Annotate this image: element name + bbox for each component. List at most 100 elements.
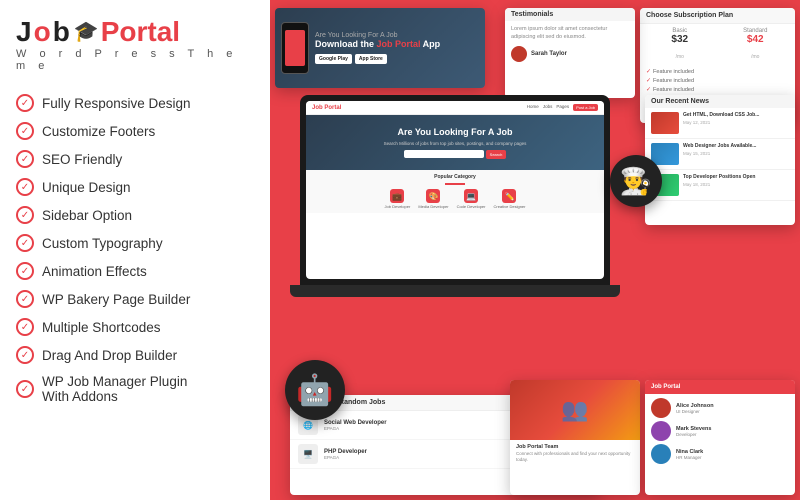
hero-title: Are You Looking For A Job — [397, 127, 512, 137]
check-icon-unique: ✓ — [16, 178, 34, 196]
left-panel: Job 🎓 Portal W o r d P r e s s T h e m e… — [0, 0, 270, 500]
person-avatar-2 — [651, 421, 671, 441]
news-title-1: Get HTML, Download CSS Job... — [683, 112, 789, 119]
feature-item-bakery: ✓ WP Bakery Page Builder — [16, 286, 254, 312]
pricing-feature-2: Feature included — [646, 76, 789, 85]
plan-price-basic: $32 — [644, 34, 716, 45]
phone-mockup-icon — [281, 22, 309, 74]
people-caption-text: Connect with professionals and find your… — [516, 451, 634, 464]
nav-btn-post[interactable]: Post a Job — [573, 104, 598, 111]
check-icon-animation: ✓ — [16, 262, 34, 280]
feature-item-sidebar: ✓ Sidebar Option — [16, 202, 254, 228]
app-text: Are You Looking For A Job Download the J… — [315, 32, 440, 65]
feature-text-shortcodes: Multiple Shortcodes — [42, 320, 161, 335]
feature-item-dragdrop: ✓ Drag And Drop Builder — [16, 342, 254, 368]
portal-person-1: Alice Johnson UI Designer — [651, 398, 789, 418]
plan-period-basic: /mo — [676, 54, 684, 60]
news-date-2: May 15, 2021 — [683, 151, 789, 156]
portal-body: Alice Johnson UI Designer Mark Stevens D… — [645, 394, 795, 468]
nav-link-jobs: Jobs — [543, 104, 553, 111]
robot-emoji: 🤖 — [296, 373, 333, 408]
laptop-body: Job Portal Home Jobs Pages Post a Job Ar… — [300, 95, 610, 285]
job-company-1: EPAGA — [324, 426, 507, 431]
chef-hat-icon: 👨‍🍳 — [610, 155, 662, 207]
feature-text-wpjob: WP Job Manager PluginWith Addons — [42, 374, 187, 404]
plan-price-standard: $42 — [720, 34, 792, 45]
app-store-btn[interactable]: App Store — [355, 54, 387, 64]
feature-item-footers: ✓ Customize Footers — [16, 118, 254, 144]
pricing-feature-1: Feature included — [646, 67, 789, 76]
laptop-screen: Job Portal Home Jobs Pages Post a Job Ar… — [306, 101, 604, 279]
hero-search-btn[interactable]: Search — [486, 150, 507, 159]
hero-search-field[interactable] — [404, 150, 484, 158]
cat-label-creative: Creative Designer — [493, 204, 525, 209]
pricing-col-basic: Basic $32 /mo — [644, 28, 716, 63]
people-caption-title: Job Portal Team — [516, 444, 634, 450]
nav-links: Home Jobs Pages Post a Job — [527, 104, 598, 111]
person-info-2: Mark Stevens Developer — [676, 426, 789, 437]
cat-title: Popular Category — [312, 174, 598, 180]
news-img-1 — [651, 112, 679, 134]
logo-hat-icon: 🎓 — [74, 22, 99, 42]
portal-person-3: Nina Clark HR Manager — [651, 444, 789, 464]
people-placeholder-icon: 👥 — [561, 397, 588, 423]
cat-icon-media: 🎨 — [426, 189, 440, 203]
app-main-tag: Download the Job Portal App — [315, 39, 440, 51]
feature-text-dragdrop: Drag And Drop Builder — [42, 348, 177, 363]
news-item-2: Web Designer Jobs Available... May 15, 2… — [645, 139, 795, 170]
nav-link-pages: Pages — [556, 104, 569, 111]
feature-text-typography: Custom Typography — [42, 236, 163, 251]
feature-text-footers: Customize Footers — [42, 124, 155, 139]
cat-item-media: 🎨 Media Developer — [418, 189, 448, 209]
feature-text-animation: Animation Effects — [42, 264, 147, 279]
check-icon-dragdrop: ✓ — [16, 346, 34, 364]
pricing-col-standard: Standard $42 /mo — [720, 28, 792, 63]
screenshot-testimonial: Testimonials Lorem ipsum dolor sit amet … — [505, 8, 635, 98]
screenshot-news: Our Recent News Get HTML, Download CSS J… — [645, 95, 795, 225]
job-info-2: PHP Developer EPAGA — [324, 449, 506, 460]
feature-text-seo: SEO Friendly — [42, 152, 122, 167]
news-text-1: Get HTML, Download CSS Job... May 12, 20… — [683, 112, 789, 134]
news-date-3: May 18, 2021 — [683, 182, 789, 187]
job-info-1: Social Web Developer EPAGA — [324, 420, 507, 431]
hero-subtitle: Search Millions of jobs from top job sit… — [384, 141, 527, 146]
person-avatar-3 — [651, 444, 671, 464]
cat-item-creative: ✏️ Creative Designer — [493, 189, 525, 209]
people-caption: Job Portal Team Connect with professiona… — [510, 440, 640, 468]
feature-text-unique: Unique Design — [42, 180, 131, 195]
job-logo-2: 🖥️ — [298, 444, 318, 464]
news-date-1: May 12, 2021 — [683, 120, 789, 125]
portal-header: Job Portal — [645, 380, 795, 394]
chef-emoji: 👨‍🍳 — [620, 166, 652, 197]
laptop-base — [290, 285, 620, 297]
check-icon-bakery: ✓ — [16, 290, 34, 308]
cat-label-code: Code Developer — [457, 204, 486, 209]
person-avatar-1 — [651, 398, 671, 418]
testimonial-text: Lorem ipsum dolor sit amet consectetur a… — [511, 25, 629, 42]
nav-link-home: Home — [527, 104, 539, 111]
feature-item-seo: ✓ SEO Friendly — [16, 146, 254, 172]
mockup-container: Are You Looking For A Job Download the J… — [270, 0, 800, 500]
robot-icon: 🤖 — [285, 360, 345, 420]
news-img-2 — [651, 143, 679, 165]
pricing-feature-3: Feature included — [646, 85, 789, 94]
google-play-btn[interactable]: Google Play — [315, 54, 352, 64]
screenshot-people: 👥 Job Portal Team Connect with professio… — [510, 380, 640, 495]
feature-text-bakery: WP Bakery Page Builder — [42, 292, 190, 307]
author-name: Sarah Taylor — [531, 51, 567, 57]
cat-item-code: 💻 Code Developer — [457, 189, 486, 209]
news-header: Our Recent News — [645, 95, 795, 108]
site-logo-small: Job Portal — [312, 105, 341, 111]
plan-period-standard: /mo — [751, 54, 759, 60]
feature-item-typography: ✓ Custom Typography — [16, 230, 254, 256]
website-nav: Job Portal Home Jobs Pages Post a Job — [306, 101, 604, 115]
feature-item-animation: ✓ Animation Effects — [16, 258, 254, 284]
news-item-1: Get HTML, Download CSS Job... May 12, 20… — [645, 108, 795, 139]
phone-screen — [285, 30, 305, 66]
cat-icons: 💼 Job Developer 🎨 Media Developer 💻 Code… — [312, 189, 598, 209]
cat-icon-job: 💼 — [390, 189, 404, 203]
portal-person-2: Mark Stevens Developer — [651, 421, 789, 441]
person-info-1: Alice Johnson UI Designer — [676, 403, 789, 414]
screenshot-portal-bottom: Job Portal Alice Johnson UI Designer Mar… — [645, 380, 795, 495]
people-image: 👥 — [510, 380, 640, 440]
